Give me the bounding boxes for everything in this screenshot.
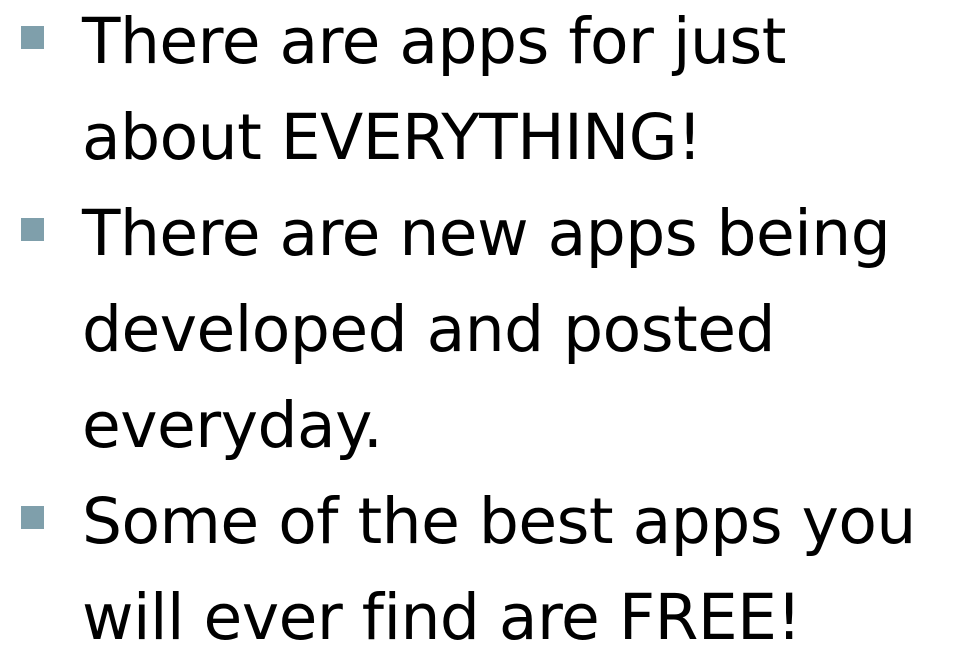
bullet-item-apps-for-everything: There are apps for just about EVERYTHING…	[0, 0, 786, 186]
bullet-item-new-apps-developed: There are new apps being developed and p…	[0, 186, 891, 474]
square-bullet-icon	[21, 26, 44, 49]
bullet-text-line: There are new apps being	[82, 197, 891, 270]
bullet-item-best-apps-free: Some of the best apps you will ever find…	[0, 474, 916, 666]
square-bullet-icon	[21, 218, 44, 241]
bullet-text-line: There are apps for just	[82, 5, 786, 78]
square-bullet-icon	[21, 506, 44, 529]
bullet-text-line: Some of the best apps you	[82, 485, 916, 558]
bullet-text-line: will ever find are FREE!	[82, 581, 802, 654]
bullet-text-line: everyday.	[82, 389, 383, 462]
slide: There are apps for just about EVERYTHING…	[0, 0, 955, 654]
bullet-text-line: about EVERYTHING!	[82, 101, 702, 174]
bullet-text-line: developed and posted	[82, 293, 775, 366]
